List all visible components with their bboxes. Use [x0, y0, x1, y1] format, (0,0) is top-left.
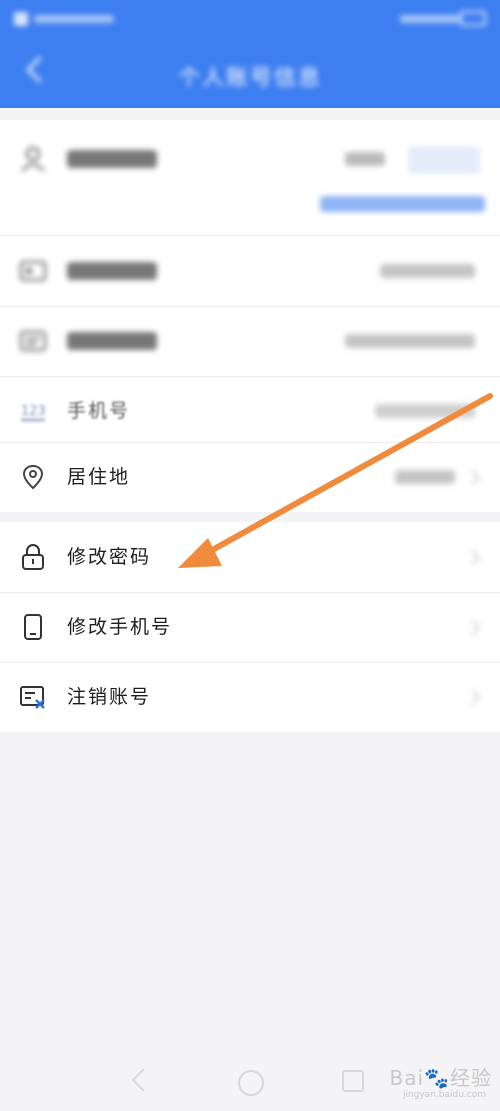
nav-home-icon[interactable]: [238, 1070, 264, 1096]
watermark-url: jingyan.baidu.com: [402, 1090, 486, 1100]
paw-icon: 🐾: [424, 1066, 450, 1090]
annotation-arrow: [178, 393, 493, 568]
baidu-watermark: Bai🐾经验: [389, 1066, 492, 1090]
nav-recent-icon[interactable]: [342, 1070, 364, 1092]
